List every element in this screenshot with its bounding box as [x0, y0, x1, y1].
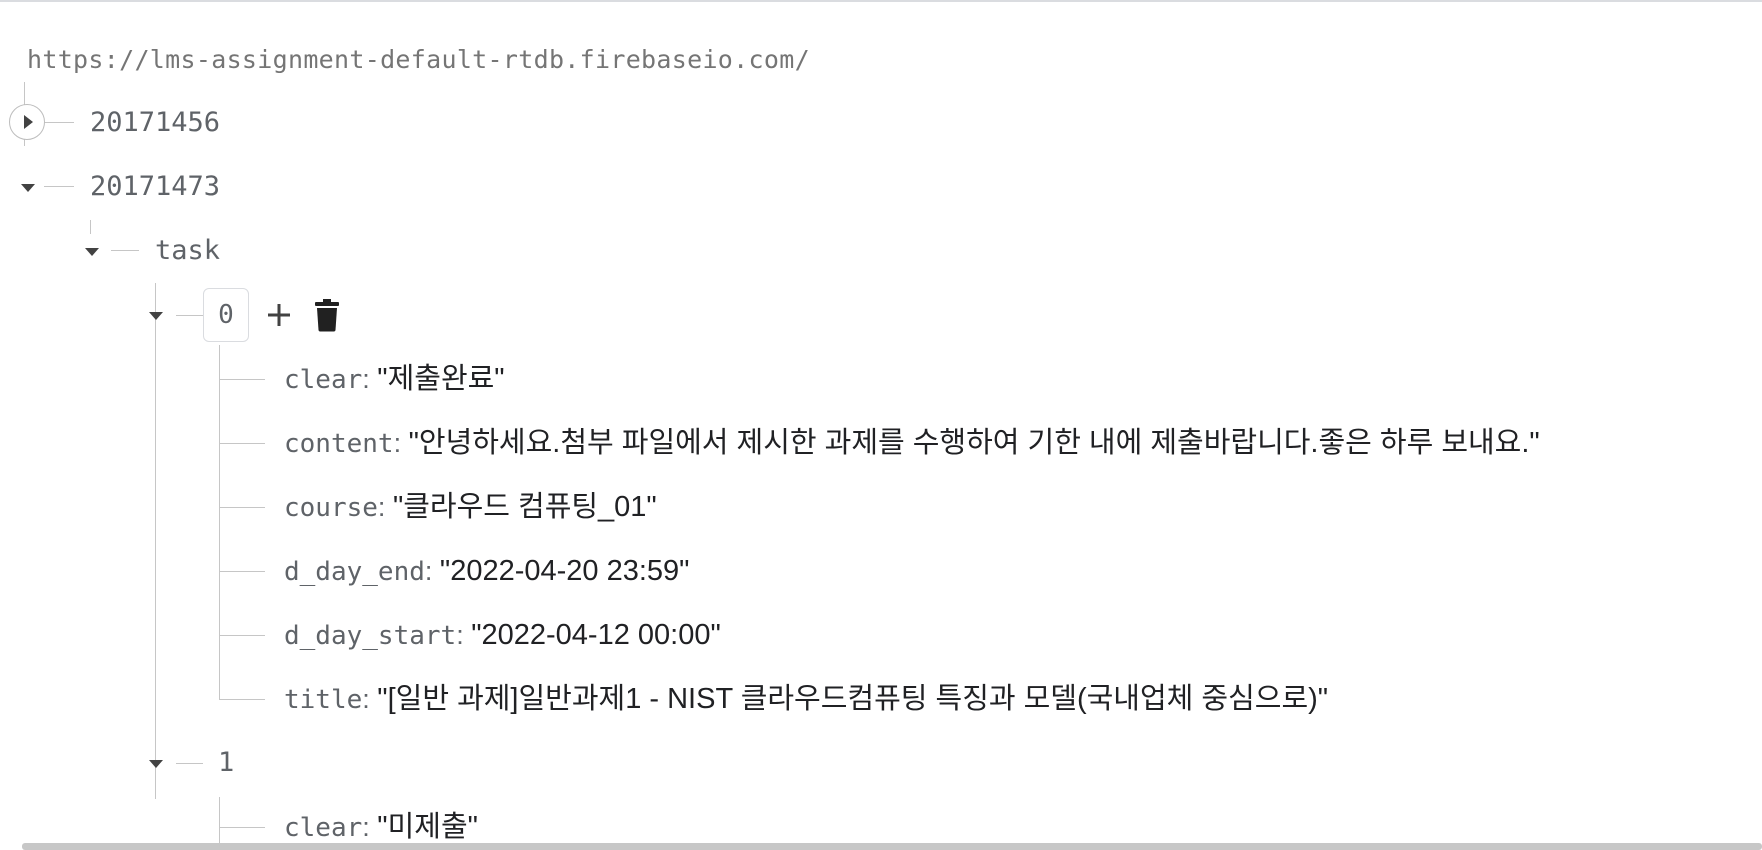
field-key: course: [284, 493, 378, 523]
field-colon: :: [393, 428, 409, 458]
tree-line: [220, 379, 265, 380]
field-key: title: [284, 685, 363, 715]
tree-line: [176, 315, 203, 316]
field-key: content: [284, 429, 394, 459]
tree-line: [176, 763, 203, 764]
tree-line: [44, 186, 74, 187]
field-value[interactable]: "안녕하세요.첨부 파일에서 제시한 과제를 수행하여 기한 내에 제출바랍니다…: [409, 427, 1540, 459]
expand-triangle: [24, 115, 33, 129]
tree-node-key[interactable]: 20171473: [90, 170, 220, 204]
tree-line: [220, 571, 265, 572]
trash-icon-svg: [315, 299, 339, 332]
field-colon: :: [362, 812, 378, 842]
field-value[interactable]: "[일반 과제]일반과제1 - NIST 클라우드컴퓨팅 특징과 모델(국내업체…: [377, 683, 1328, 715]
horizontal-scrollbar[interactable]: [22, 843, 1762, 850]
field-value[interactable]: "2022-04-20 23:59": [440, 555, 690, 587]
field-value[interactable]: "제출완료": [377, 363, 504, 395]
field-row[interactable]: d_day_start: "2022-04-12 00:00": [284, 618, 721, 657]
tree-line: [44, 122, 74, 123]
field-value[interactable]: "2022-04-12 00:00": [471, 619, 721, 651]
tree-line: [111, 250, 139, 251]
field-value[interactable]: "미제출": [377, 811, 478, 843]
tree-line: [220, 507, 265, 508]
tree-line: [90, 220, 91, 234]
field-row[interactable]: clear: "제출완료": [284, 362, 505, 401]
tree-node-key[interactable]: task: [155, 234, 220, 268]
collapse-caret-icon[interactable]: [21, 184, 35, 192]
field-colon: :: [362, 684, 378, 714]
plus-icon[interactable]: [264, 300, 294, 330]
tree-node-key[interactable]: 1: [218, 746, 234, 780]
field-row[interactable]: title: "[일반 과제]일반과제1 - NIST 클라우드컴퓨팅 특징과 …: [284, 682, 1328, 721]
collapse-caret-icon[interactable]: [149, 312, 163, 320]
field-row[interactable]: course: "클라우드 컴퓨팅_01": [284, 490, 657, 529]
tree-line: [220, 699, 265, 700]
tree-node-key[interactable]: 20171456: [90, 106, 220, 140]
trash-icon[interactable]: [313, 298, 341, 332]
field-key: clear: [284, 813, 363, 843]
database-url[interactable]: https://lms-assignment-default-rtdb.fire…: [27, 45, 810, 74]
tree-line: [219, 345, 220, 700]
tree-line: [220, 443, 265, 444]
field-key: clear: [284, 365, 363, 395]
top-border: [0, 0, 1762, 2]
tree-line: [220, 635, 265, 636]
tree-line: [220, 827, 265, 828]
field-value[interactable]: "클라우드 컴퓨팅_01": [393, 491, 657, 523]
collapse-caret-icon[interactable]: [85, 248, 99, 256]
field-colon: :: [362, 364, 378, 394]
tree-line: [155, 283, 156, 799]
field-row[interactable]: d_day_end: "2022-04-20 23:59": [284, 554, 689, 593]
field-colon: :: [377, 492, 393, 522]
tree-line: [219, 797, 220, 843]
plus-icon-svg: [268, 304, 290, 326]
expand-arrow-icon[interactable]: [9, 104, 45, 140]
field-key: d_day_end: [284, 557, 425, 587]
field-row[interactable]: content: "안녕하세요.첨부 파일에서 제시한 과제를 수행하여 기한 …: [284, 426, 1540, 465]
field-colon: :: [424, 556, 440, 586]
field-key: d_day_start: [284, 621, 457, 651]
field-colon: :: [456, 620, 472, 650]
node-key-input[interactable]: 0: [203, 288, 249, 342]
collapse-caret-icon[interactable]: [149, 760, 163, 768]
